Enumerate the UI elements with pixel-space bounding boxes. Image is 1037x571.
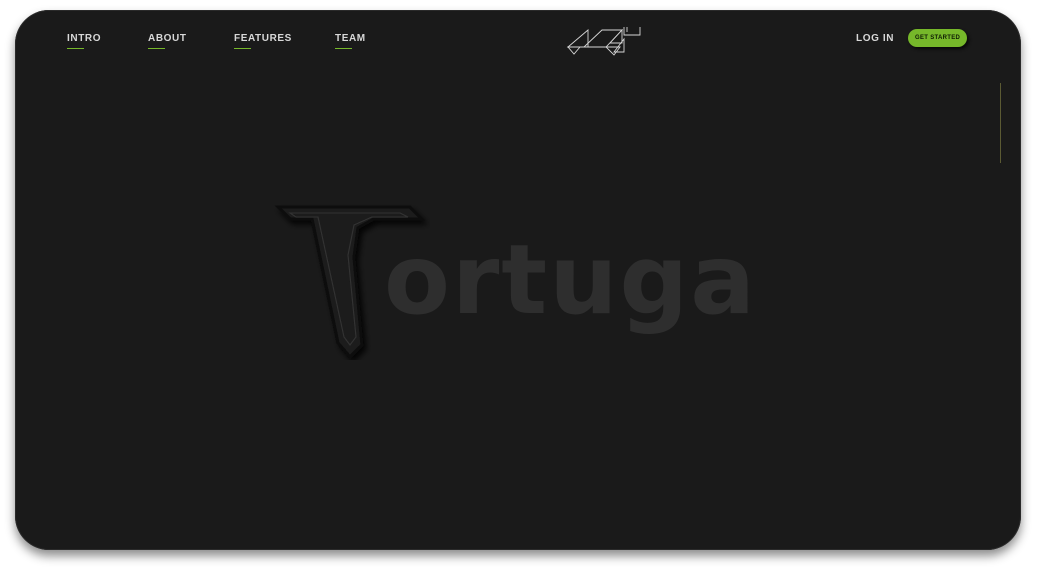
get-started-button[interactable]: GET STARTED xyxy=(908,29,968,47)
hero-wordmark: ortuga xyxy=(270,195,770,365)
nav-link-about-underline xyxy=(148,48,165,49)
nav-link-about-label: ABOUT xyxy=(148,33,187,44)
nav-link-features-underline xyxy=(234,48,251,49)
nav-link-team-label: TEAM xyxy=(335,33,366,44)
nav-link-features[interactable]: FEATURES xyxy=(234,33,292,49)
nav-link-intro[interactable]: INTRO xyxy=(67,33,102,49)
nav-link-team[interactable]: TEAM xyxy=(335,33,366,49)
nav-link-team-underline xyxy=(335,48,352,49)
abstract-geometric-logo-icon[interactable] xyxy=(564,25,654,59)
scroll-indicator xyxy=(1000,83,1001,163)
nav-link-intro-underline xyxy=(67,48,84,49)
nav-link-about[interactable]: ABOUT xyxy=(148,33,187,49)
hero-wordmark-text: ortuga xyxy=(384,224,758,336)
login-link[interactable]: LOG IN xyxy=(856,33,894,44)
page-frame: INTRO ABOUT FEATURES TEAM LOG IN GET STA… xyxy=(15,10,1021,550)
nav-link-features-label: FEATURES xyxy=(234,33,292,44)
top-navigation: INTRO ABOUT FEATURES TEAM LOG IN GET STA… xyxy=(15,22,1021,56)
nav-link-intro-label: INTRO xyxy=(67,33,102,44)
